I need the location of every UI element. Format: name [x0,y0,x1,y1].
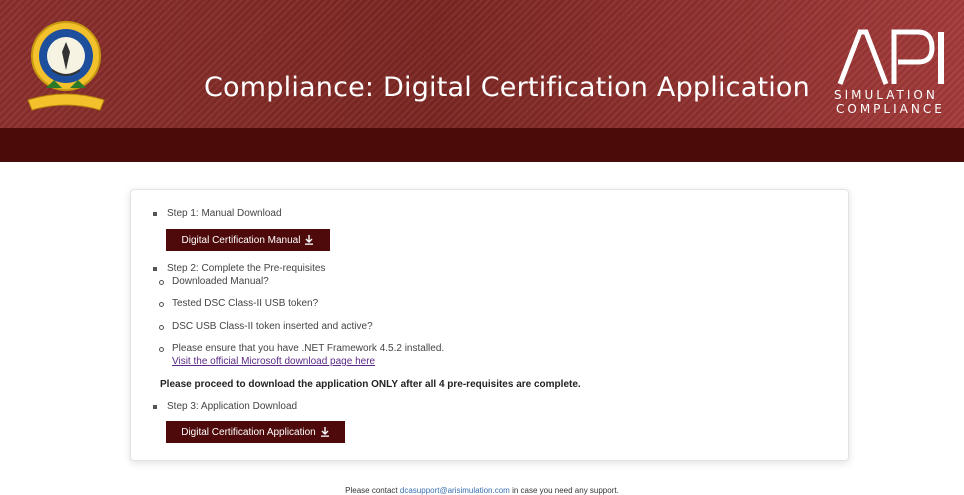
logo-line-compliance: COMPLIANCE [836,102,945,116]
download-icon [320,427,329,437]
app-button-label: Digital Certification Application [181,426,316,438]
support-email-link[interactable]: dcasupport@arisimulation.com [400,486,510,495]
bullet-square [153,267,157,271]
bullet-circle [159,302,164,307]
ari-mark-icon [837,29,944,85]
logo-line-simulation: SIMULATION [834,88,938,102]
bullet-square [153,212,157,216]
support-footer: Please contact dcasupport@arisimulation.… [0,486,964,495]
application-download-button[interactable]: Digital Certification Application [166,421,345,443]
bullet-circle [159,280,164,285]
manual-download-button[interactable]: Digital Certification Manual [166,229,330,251]
step2-label: Step 2: Complete the Pre-requisites [167,263,326,274]
header-band [0,128,964,162]
bullet-circle [159,347,164,352]
prereq-item: DSC USB Class-II token inserted and acti… [172,321,373,332]
download-icon [305,235,314,245]
prereq-warning-note: Please proceed to download the applicati… [160,379,581,390]
manual-button-label: Digital Certification Manual [181,234,301,246]
prereq-item: Please ensure that you have .NET Framewo… [172,343,445,354]
steps-card: Step 1: Manual Download Digital Certific… [130,189,849,461]
step3-label: Step 3: Application Download [167,401,298,412]
step1-label: Step 1: Manual Download [167,208,282,219]
header-banner: Compliance: Digital Certification Applic… [0,0,964,128]
footer-suffix: in case you need any support. [512,486,619,495]
microsoft-download-link[interactable]: Visit the official Microsoft download pa… [172,356,375,367]
bullet-square [153,405,157,409]
banner-texture [0,0,964,128]
footer-prefix: Please contact [345,486,398,495]
bullet-circle [159,325,164,330]
page-title: Compliance: Digital Certification Applic… [204,72,810,103]
ari-simulation-logo: SIMULATION COMPLIANCE [826,24,950,116]
dgs-emblem-logo [27,21,105,111]
prereq-item: Downloaded Manual? [172,276,269,287]
prereq-item: Tested DSC Class-II USB token? [172,298,319,309]
